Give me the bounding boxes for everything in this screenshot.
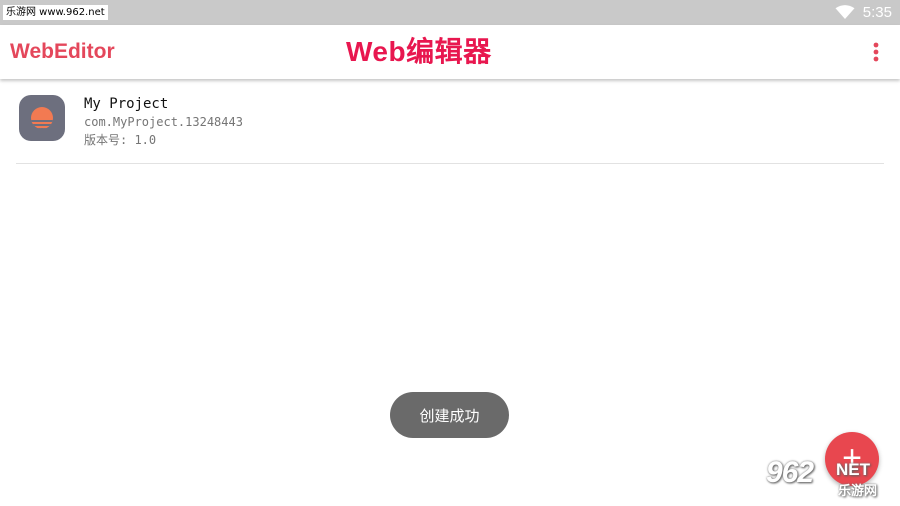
watermark-number: 962	[766, 456, 814, 489]
sunset-app-icon	[19, 95, 65, 141]
status-bar: 乐游网 www.962.net 5:35	[0, 0, 900, 25]
more-options-button[interactable]	[864, 40, 888, 64]
watermark-cn: 乐游网	[838, 484, 878, 499]
list-item[interactable]: My Project com.MyProject.13248443 版本号: 1…	[16, 80, 884, 164]
watermark-logo: 962 NET 乐游网	[762, 456, 892, 500]
overlay-title: Web编辑器	[346, 36, 492, 67]
watermark-label: 乐游网 www.962.net	[3, 5, 108, 20]
watermark-net: NET	[836, 460, 870, 479]
project-name: My Project	[84, 96, 169, 112]
project-version: 版本号: 1.0	[84, 133, 157, 147]
project-package: com.MyProject.13248443	[84, 115, 243, 129]
wifi-icon	[835, 5, 855, 19]
app-bar: WebEditor Web编辑器	[0, 25, 900, 79]
app-title: WebEditor	[10, 40, 115, 63]
status-time: 5:35	[862, 4, 892, 21]
project-text: My Project com.MyProject.13248443 版本号: 1…	[84, 95, 243, 149]
more-vert-icon	[873, 42, 879, 62]
status-icons: 5:35	[835, 0, 892, 25]
toast-message: 创建成功	[390, 392, 509, 438]
